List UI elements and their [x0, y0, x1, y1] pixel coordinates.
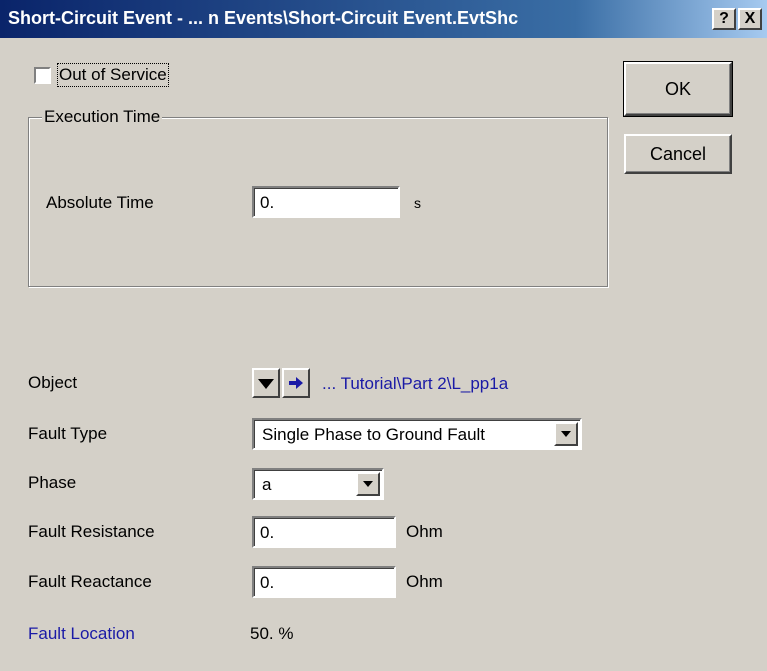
fault-reactance-input[interactable]: 0.	[252, 566, 396, 598]
fault-resistance-label: Fault Resistance	[28, 522, 155, 541]
fault-type-select[interactable]: Single Phase to Ground Fault	[252, 418, 582, 450]
fault-resistance-input[interactable]: 0.	[252, 516, 396, 548]
phase-value: a	[262, 475, 272, 494]
chevron-down-icon[interactable]	[554, 422, 578, 446]
absolute-time-input[interactable]: 0.	[252, 186, 400, 218]
phase-label: Phase	[28, 473, 77, 492]
fault-reactance-label: Fault Reactance	[28, 572, 152, 591]
fault-resistance-unit: Ohm	[406, 522, 443, 541]
window-title: Short-Circuit Event - ... n Events\Short…	[8, 8, 519, 28]
ok-button[interactable]: OK	[623, 61, 733, 117]
object-select-button[interactable]	[252, 368, 280, 398]
fault-location-link[interactable]: Fault Location	[28, 624, 135, 644]
help-button[interactable]: ?	[712, 8, 736, 30]
absolute-time-label: Absolute Time	[46, 193, 154, 212]
cancel-button[interactable]: Cancel	[624, 134, 732, 174]
object-label: Object	[28, 373, 78, 392]
fault-type-label: Fault Type	[28, 424, 108, 443]
absolute-time-unit: s	[414, 195, 421, 211]
fault-type-value: Single Phase to Ground Fault	[262, 425, 486, 444]
execution-time-group-title: Execution Time	[42, 107, 163, 127]
object-path-link[interactable]: ... Tutorial\Part 2\L_pp1a	[322, 374, 508, 394]
chevron-down-icon[interactable]	[356, 472, 380, 496]
phase-select[interactable]: a	[252, 468, 384, 500]
out-of-service-label[interactable]: Out of Service	[57, 63, 169, 87]
object-buttons	[252, 368, 312, 398]
out-of-service-checkbox[interactable]	[34, 67, 51, 84]
title-bar[interactable]: Short-Circuit Event - ... n Events\Short…	[0, 0, 767, 38]
right-arrow-icon	[289, 377, 303, 389]
fault-reactance-unit: Ohm	[406, 572, 443, 591]
object-jump-button[interactable]	[282, 368, 310, 398]
close-button[interactable]: X	[738, 8, 762, 30]
down-triangle-icon	[258, 379, 274, 389]
fault-location-value: 50. %	[250, 624, 294, 643]
